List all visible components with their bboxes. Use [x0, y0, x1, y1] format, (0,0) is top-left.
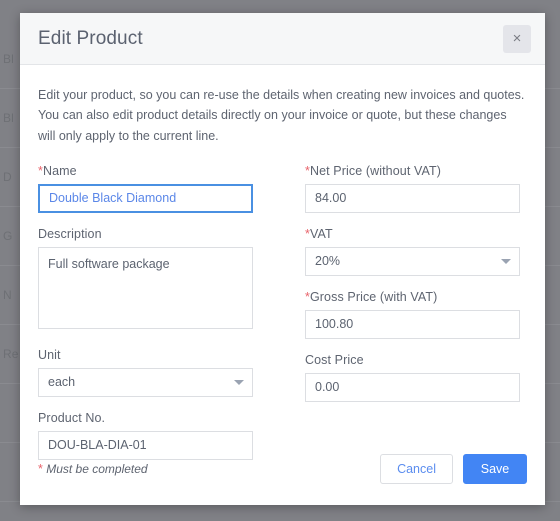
- description-input[interactable]: [38, 246, 253, 329]
- net-price-input[interactable]: [305, 183, 520, 213]
- dialog-description: Edit your product, so you can re-use the…: [38, 88, 525, 143]
- field-name: *Name: [38, 164, 253, 213]
- required-note-text: Must be completed: [42, 462, 148, 476]
- unit-select-wrap: each: [38, 367, 253, 397]
- field-vat: *VAT 20%: [305, 227, 520, 276]
- close-icon[interactable]: ×: [503, 24, 531, 53]
- background-row-label: G: [3, 229, 13, 243]
- form-column-right: *Net Price (without VAT) *VAT 20% *Gross…: [305, 164, 520, 474]
- background-row-label: D: [3, 170, 12, 184]
- vat-label: *VAT: [305, 227, 520, 241]
- vat-select[interactable]: 20%: [305, 246, 520, 276]
- dialog-body: Edit your product, so you can re-use the…: [20, 65, 545, 505]
- cost-price-input[interactable]: [305, 372, 520, 402]
- product-form: *Name Description Unit each Product No.: [38, 164, 527, 474]
- field-description: Description: [38, 227, 253, 334]
- name-label-text: Name: [42, 163, 77, 178]
- background-row-label: Bl: [3, 52, 14, 66]
- dialog-footer: * Must be completed Cancel Save: [38, 433, 527, 505]
- net-price-label-text: Net Price (without VAT): [309, 163, 442, 178]
- gross-price-label-text: Gross Price (with VAT): [309, 289, 438, 304]
- dialog-title: Edit Product: [38, 27, 143, 49]
- name-label: *Name: [38, 164, 253, 178]
- vat-label-text: VAT: [309, 226, 333, 241]
- field-unit: Unit each: [38, 348, 253, 397]
- background-row-label: Re: [3, 347, 19, 361]
- product-no-label: Product No.: [38, 410, 106, 425]
- gross-price-label: *Gross Price (with VAT): [305, 290, 520, 304]
- net-price-label: *Net Price (without VAT): [305, 164, 520, 178]
- cost-price-label: Cost Price: [305, 352, 364, 367]
- unit-select[interactable]: each: [38, 367, 253, 397]
- unit-label: Unit: [38, 347, 61, 362]
- save-button[interactable]: Save: [463, 454, 527, 484]
- required-note: * Must be completed: [38, 462, 148, 476]
- field-gross-price: *Gross Price (with VAT): [305, 290, 520, 339]
- background-row-label: N: [3, 288, 12, 302]
- dialog-header: Edit Product ×: [20, 13, 545, 65]
- field-cost-price: Cost Price: [305, 353, 520, 402]
- background-row-label: Bl: [3, 111, 14, 125]
- gross-price-input[interactable]: [305, 309, 520, 339]
- edit-product-dialog: Edit Product × Edit your product, so you…: [20, 13, 545, 505]
- vat-select-wrap: 20%: [305, 246, 520, 276]
- form-column-left: *Name Description Unit each Product No.: [38, 164, 253, 474]
- field-net-price: *Net Price (without VAT): [305, 164, 520, 213]
- name-input[interactable]: [38, 183, 253, 213]
- cancel-button[interactable]: Cancel: [380, 454, 453, 484]
- description-label: Description: [38, 226, 102, 241]
- footer-button-group: Cancel Save: [380, 454, 527, 484]
